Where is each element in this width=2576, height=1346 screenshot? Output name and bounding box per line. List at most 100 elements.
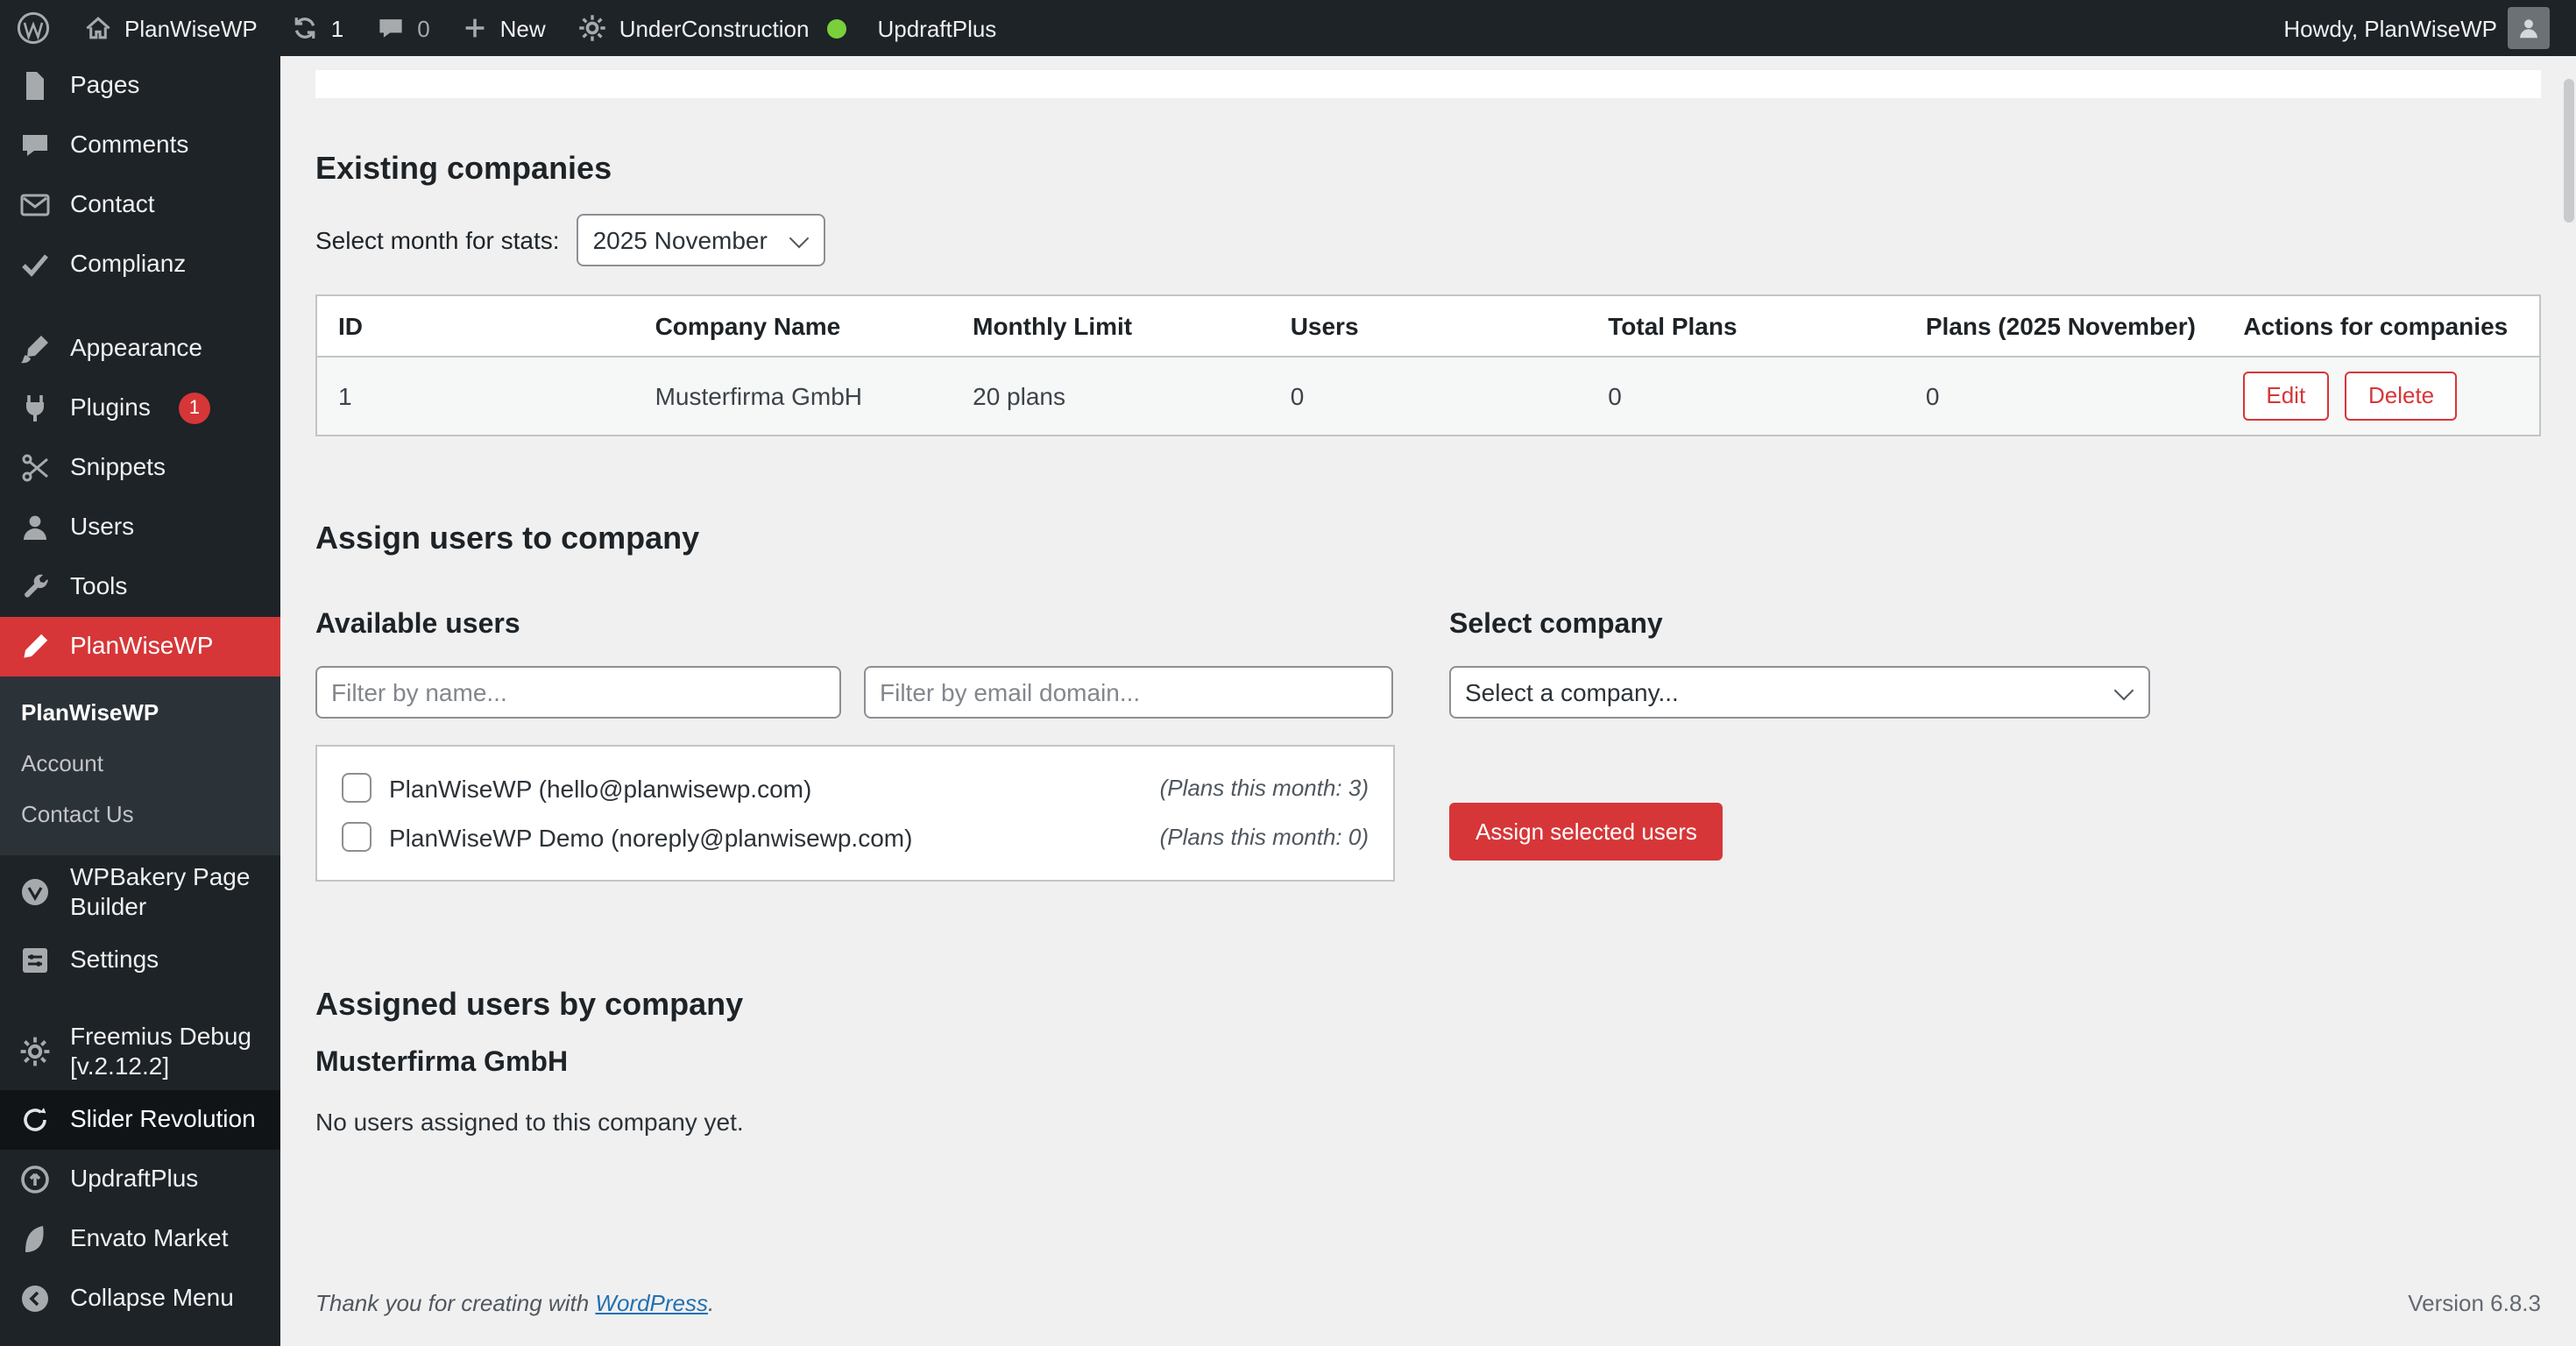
- sidebar-item-wpbakery[interactable]: WPBakery Page Builder: [0, 854, 280, 930]
- main-content: Existing companies Select month for stat…: [280, 56, 2576, 1346]
- submenu-item-planwisewp[interactable]: PlanWiseWP: [0, 689, 280, 740]
- company-select[interactable]: Select a company...: [1449, 665, 2150, 718]
- filter-email-input[interactable]: [864, 665, 1393, 718]
- submenu-item-account[interactable]: Account: [0, 740, 280, 790]
- user-plans-note: (Plans this month: 3): [1160, 775, 1369, 801]
- footer: Thank you for creating with WordPress. V…: [315, 1289, 2541, 1315]
- cell-actions: Edit Delete: [2222, 357, 2540, 435]
- column-header-actions: Actions for companies: [2222, 295, 2540, 357]
- column-header-plans-month: Plans (2025 November): [1905, 295, 2223, 357]
- column-header-total-plans: Total Plans: [1587, 295, 1905, 357]
- menu-separator: [0, 294, 280, 319]
- mail-icon: [18, 188, 53, 223]
- sidebar-item-users[interactable]: Users: [0, 498, 280, 557]
- sidebar-item-appearance[interactable]: Appearance: [0, 319, 280, 379]
- notice-strip: [315, 70, 2541, 98]
- assign-users-title: Assign users to company: [315, 520, 2541, 556]
- assign-selected-users-button[interactable]: Assign selected users: [1449, 802, 1723, 860]
- new-label: New: [500, 15, 546, 41]
- pages-icon: [18, 68, 53, 103]
- month-select[interactable]: 2025 November: [577, 214, 826, 266]
- comments-bubble-icon: [375, 12, 407, 44]
- user-label: PlanWiseWP (hello@planwisewp.com): [389, 774, 811, 802]
- cell-company-name: Musterfirma GmbH: [634, 357, 952, 435]
- sidebar-item-plugins[interactable]: Plugins 1: [0, 379, 280, 438]
- footer-period: .: [708, 1289, 714, 1315]
- site-name-link[interactable]: PlanWiseWP: [67, 0, 273, 56]
- cell-total-plans: 0: [1587, 357, 1905, 435]
- home-icon: [82, 12, 114, 44]
- plugin-icon: [18, 391, 53, 426]
- sidebar-item-envato-market[interactable]: Envato Market: [0, 1208, 280, 1268]
- wordpress-admin-screen: PlanWiseWP 1 0 New UnderConstruction: [0, 0, 2576, 1346]
- sidebar-item-contact[interactable]: Contact: [0, 175, 280, 235]
- version-label: Version 6.8.3: [2408, 1289, 2541, 1315]
- my-account-menu[interactable]: Howdy, PlanWiseWP: [2268, 0, 2565, 56]
- company-select-wrap: Select a company...: [1449, 665, 2150, 718]
- user-checkbox-planwisewp-demo[interactable]: [342, 822, 372, 852]
- available-users-title: Available users: [315, 609, 1395, 641]
- plus-icon: [462, 14, 490, 42]
- updates-link[interactable]: 1: [273, 0, 359, 56]
- assigned-users-title: Assigned users by company: [315, 986, 2541, 1023]
- no-users-message: No users assigned to this company yet.: [315, 1107, 2541, 1135]
- companies-table: ID Company Name Monthly Limit Users Tota…: [315, 294, 2541, 436]
- column-header-monthly-limit: Monthly Limit: [952, 295, 1270, 357]
- user-plans-note: (Plans this month: 0): [1160, 824, 1369, 850]
- cell-company-id: 1: [316, 357, 634, 435]
- sidebar-item-tools[interactable]: Tools: [0, 557, 280, 617]
- scrollbar-thumb[interactable]: [2564, 79, 2574, 223]
- comments-count: 0: [417, 15, 429, 41]
- delete-company-button[interactable]: Delete: [2346, 372, 2457, 420]
- checkmark-icon: [18, 247, 53, 282]
- rotate-icon: [18, 1102, 53, 1137]
- avatar: [2508, 7, 2550, 49]
- leaf-icon: [18, 1221, 53, 1256]
- assigned-company-name: Musterfirma GmbH: [315, 1047, 2541, 1079]
- site-name-label: PlanWiseWP: [124, 15, 258, 41]
- updraftplus-menu[interactable]: UpdraftPlus: [861, 0, 1012, 56]
- comments-link[interactable]: 0: [359, 0, 445, 56]
- updraft-icon: [18, 1161, 53, 1196]
- sidebar-item-pages[interactable]: Pages: [0, 56, 280, 116]
- edit-company-button[interactable]: Edit: [2243, 372, 2328, 420]
- plugins-update-badge: 1: [179, 393, 210, 424]
- admin-bar: PlanWiseWP 1 0 New UnderConstruction: [0, 0, 2576, 56]
- wordpress-logo-menu[interactable]: [0, 0, 67, 56]
- table-header-row: ID Company Name Monthly Limit Users Tota…: [316, 295, 2540, 357]
- updates-icon: [289, 12, 321, 44]
- user-label: PlanWiseWP Demo (noreply@planwisewp.com): [389, 823, 912, 851]
- sidebar-item-planwisewp[interactable]: PlanWiseWP: [0, 617, 280, 677]
- sidebar-item-complianz[interactable]: Complianz: [0, 235, 280, 294]
- new-content-menu[interactable]: New: [446, 0, 562, 56]
- pencil-icon: [18, 629, 53, 664]
- column-header-users: Users: [1270, 295, 1588, 357]
- existing-companies-title: Existing companies: [315, 151, 2541, 188]
- menu-separator: [0, 989, 280, 1014]
- sidebar-item-slider-revolution[interactable]: Slider Revolution: [0, 1089, 280, 1149]
- sidebar-item-snippets[interactable]: Snippets: [0, 438, 280, 498]
- footer-thanks: Thank you for creating with WordPress.: [315, 1289, 714, 1315]
- assign-users-section: Available users PlanWiseWP (hello@planwi…: [315, 556, 2541, 881]
- underconstruction-label: UnderConstruction: [619, 15, 810, 41]
- howdy-label: Howdy, PlanWiseWP: [2283, 15, 2497, 41]
- comments-icon: [18, 128, 53, 163]
- updraftplus-label: UpdraftPlus: [877, 15, 996, 41]
- sidebar-item-collapse-menu[interactable]: Collapse Menu: [0, 1268, 280, 1328]
- sidebar-item-settings[interactable]: Settings: [0, 930, 280, 989]
- sidebar-item-comments[interactable]: Comments: [0, 116, 280, 175]
- wordpress-logo-icon: [16, 11, 51, 46]
- company-table-row: 1 Musterfirma GmbH 20 plans 0 0 0 Edit D…: [316, 357, 2540, 435]
- submenu-item-contact-us[interactable]: Contact Us: [0, 790, 280, 841]
- underconstruction-menu[interactable]: UnderConstruction: [562, 0, 862, 56]
- filter-name-input[interactable]: [315, 665, 841, 718]
- user-checkbox-planwisewp[interactable]: [342, 773, 372, 803]
- wordpress-link[interactable]: WordPress: [595, 1289, 708, 1315]
- month-stats-label: Select month for stats:: [315, 226, 560, 254]
- sidebar-item-freemius-debug[interactable]: Freemius Debug [v.2.12.2]: [0, 1014, 280, 1089]
- brush-icon: [18, 331, 53, 366]
- cell-monthly-limit: 20 plans: [952, 357, 1270, 435]
- select-company-title: Select company: [1449, 609, 2185, 641]
- sidebar-item-updraftplus[interactable]: UpdraftPlus: [0, 1149, 280, 1208]
- user-list-item: PlanWiseWP Demo (noreply@planwisewp.com)…: [342, 814, 1369, 860]
